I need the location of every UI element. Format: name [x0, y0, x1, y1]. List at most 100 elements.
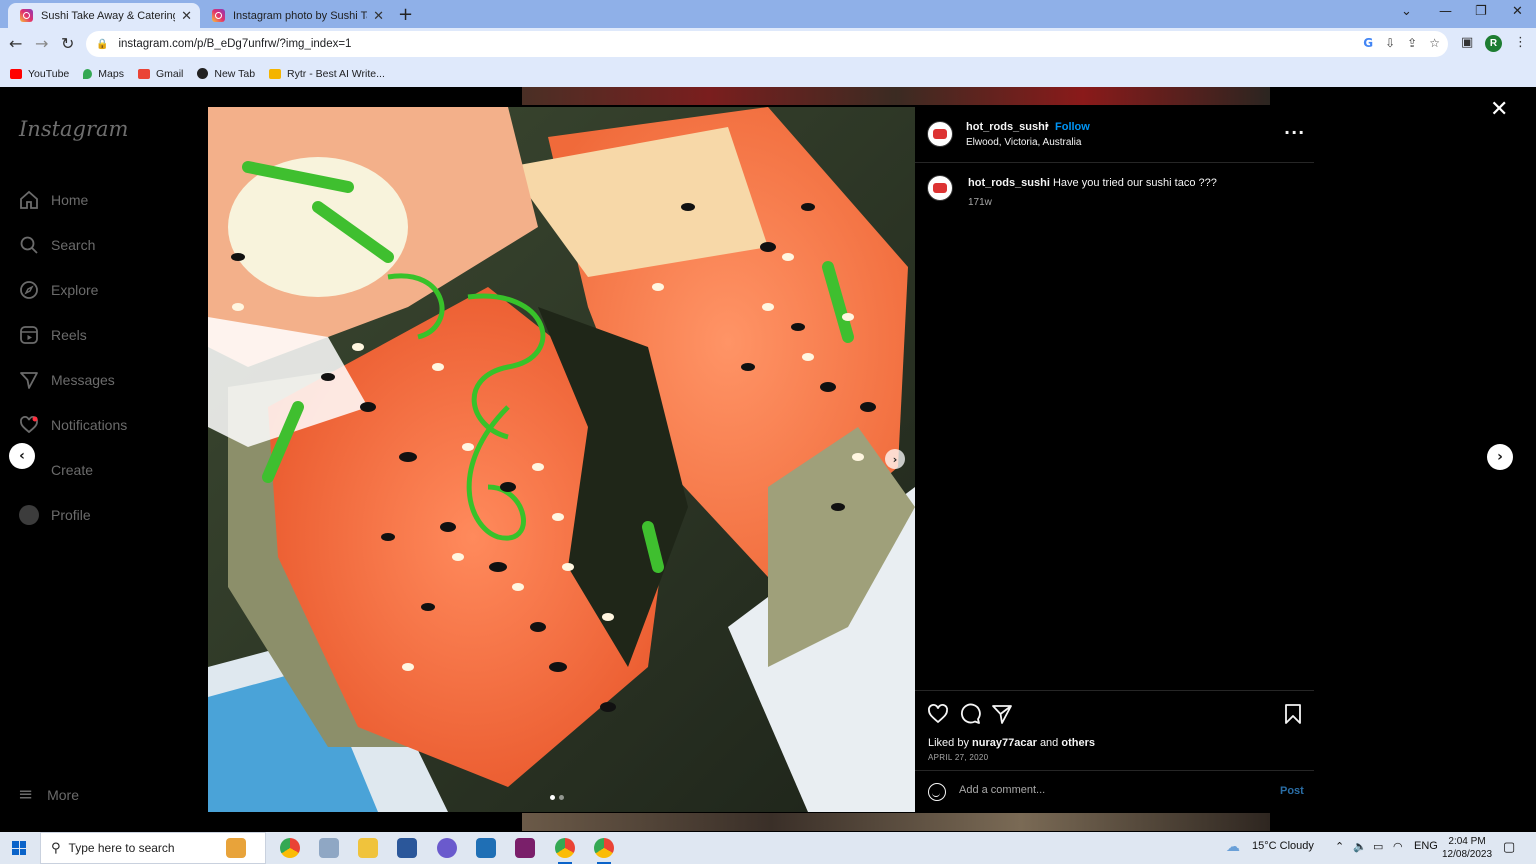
briefcase-app-icon[interactable]: [226, 838, 246, 858]
nav-label: Create: [51, 461, 94, 478]
browser-tab-2[interactable]: Instagram photo by Sushi Take A ✕: [200, 3, 392, 28]
post-header: hot_rods_sushi • Follow Elwood, Victoria…: [915, 107, 1314, 163]
install-icon[interactable]: ⇩: [1385, 36, 1395, 50]
wifi-icon[interactable]: ◠: [1393, 840, 1403, 853]
instagram-logo[interactable]: Instagram: [19, 117, 128, 141]
nav-search[interactable]: Search: [18, 222, 127, 267]
minimize-icon[interactable]: —: [1439, 4, 1452, 19]
winamp-icon[interactable]: [515, 838, 535, 858]
volume-icon[interactable]: 🔈: [1353, 840, 1367, 853]
share-paper-plane-icon[interactable]: [991, 703, 1013, 725]
nav-label: Explore: [51, 281, 99, 298]
post-caption: hot_rods_sushi Have you tried our sushi …: [968, 177, 1217, 189]
back-icon[interactable]: ←: [9, 34, 22, 53]
pagination-dot: [550, 795, 555, 800]
new-tab-icon[interactable]: +: [398, 4, 413, 25]
bookmark-rytr[interactable]: Rytr - Best AI Write...: [269, 68, 385, 80]
liked-others[interactable]: others: [1061, 737, 1095, 749]
window-close-icon[interactable]: ✕: [1512, 4, 1523, 19]
tray-chevron-icon[interactable]: ⌃: [1335, 840, 1344, 853]
forward-icon[interactable]: →: [35, 34, 48, 53]
reload-icon[interactable]: ↻: [61, 34, 74, 53]
photos-app-icon[interactable]: [319, 838, 339, 858]
close-tab-icon[interactable]: ✕: [181, 8, 192, 24]
word-icon[interactable]: [397, 838, 417, 858]
windows-start-icon[interactable]: [12, 841, 26, 855]
nav-more[interactable]: ≡ More: [18, 784, 79, 805]
side-panel-icon[interactable]: ▣: [1461, 35, 1473, 50]
emoji-icon[interactable]: [928, 783, 946, 801]
more-options-icon[interactable]: ···: [1284, 123, 1305, 142]
nav-label: Messages: [51, 371, 115, 388]
author-username[interactable]: hot_rods_sushi: [966, 121, 1048, 133]
caption-age[interactable]: 171w: [968, 197, 992, 208]
bookmark-star-icon[interactable]: ☆: [1429, 36, 1440, 50]
weather-text[interactable]: 15°C Cloudy: [1252, 840, 1314, 852]
follow-button[interactable]: Follow: [1055, 121, 1090, 133]
previous-post-button[interactable]: ‹: [9, 443, 35, 469]
browser-toolbar: ← → ↻ 🔒 instagram.com/p/B_eDg7unfrw/?img…: [0, 28, 1536, 60]
post-date[interactable]: APRIL 27, 2020: [928, 753, 988, 762]
lock-icon[interactable]: 🔒: [96, 39, 108, 50]
nav-notifications[interactable]: Notifications: [18, 402, 127, 447]
background-feed-strip: [522, 813, 1270, 831]
pagination-dot: [559, 795, 564, 800]
nav-reels[interactable]: Reels: [18, 312, 127, 357]
liked-username[interactable]: nuray77acar: [972, 737, 1037, 749]
author-avatar[interactable]: [927, 121, 953, 147]
taskbar-search-placeholder: Type here to search: [68, 841, 175, 855]
maps-icon: [83, 68, 93, 79]
cloud-icon[interactable]: ☁: [1226, 838, 1240, 855]
nav-messages[interactable]: Messages: [18, 357, 127, 402]
chat-app-icon[interactable]: [437, 838, 457, 858]
chrome-profile-icon[interactable]: [555, 838, 575, 864]
image-pagination-dots: [550, 795, 564, 800]
instagram-favicon-icon: [20, 9, 33, 22]
profile-avatar[interactable]: R: [1485, 35, 1502, 52]
comment-icon[interactable]: [959, 703, 981, 725]
language-indicator[interactable]: ENG: [1414, 840, 1438, 852]
bookmark-gmail[interactable]: Gmail: [137, 68, 183, 80]
browser-tab-1[interactable]: Sushi Take Away & Catering (@h ✕: [8, 3, 200, 28]
google-lens-icon[interactable]: G: [1363, 36, 1373, 50]
share-icon[interactable]: ⇪: [1407, 36, 1417, 50]
bookmark-maps[interactable]: Maps: [83, 68, 124, 80]
clock-time: 2:04 PM: [1448, 836, 1486, 847]
chrome-icon[interactable]: [280, 838, 300, 858]
chrome-profile-icon[interactable]: [594, 838, 614, 864]
notifications-center-icon[interactable]: ▢: [1503, 839, 1515, 855]
post-location[interactable]: Elwood, Victoria, Australia: [966, 137, 1081, 148]
caption-avatar[interactable]: [927, 175, 953, 201]
close-modal-icon[interactable]: ✕: [1490, 97, 1508, 122]
nav-home[interactable]: Home: [18, 177, 127, 222]
image-viewer-icon[interactable]: [476, 838, 496, 858]
caption-username[interactable]: hot_rods_sushi: [968, 177, 1050, 189]
file-explorer-icon[interactable]: [358, 838, 378, 858]
tab-search-chevron-icon[interactable]: ⌄: [1401, 4, 1412, 19]
post-actions: Liked by nuray77acar and others APRIL 27…: [915, 690, 1314, 770]
globe-icon: [197, 68, 209, 79]
caption-text: Have you tried our sushi taco ???: [1052, 177, 1217, 189]
post-comment-button[interactable]: Post: [1280, 785, 1304, 797]
explore-icon: [18, 279, 40, 301]
messages-icon: [18, 369, 40, 391]
nav-profile[interactable]: Profile: [18, 492, 127, 537]
nav-explore[interactable]: Explore: [18, 267, 127, 312]
like-heart-icon[interactable]: [927, 703, 949, 725]
save-bookmark-icon[interactable]: [1282, 703, 1304, 725]
address-bar[interactable]: 🔒 instagram.com/p/B_eDg7unfrw/?img_index…: [86, 31, 1448, 57]
bookmark-youtube[interactable]: YouTube: [10, 68, 69, 80]
close-tab-icon[interactable]: ✕: [373, 8, 384, 24]
home-icon: [18, 189, 40, 211]
likes-summary: Liked by nuray77acar and others: [928, 737, 1095, 749]
restore-icon[interactable]: ❐: [1475, 4, 1487, 19]
battery-icon[interactable]: ▭: [1373, 840, 1383, 853]
rytr-icon: [269, 68, 282, 79]
next-post-button[interactable]: ›: [1487, 444, 1513, 470]
bookmark-new-tab[interactable]: New Tab: [197, 68, 255, 80]
taskbar-clock[interactable]: 2:04 PM 12/08/2023: [1442, 835, 1492, 861]
next-image-button[interactable]: ›: [885, 449, 905, 469]
heart-icon: [18, 414, 40, 436]
comment-input[interactable]: [959, 784, 1259, 796]
chrome-menu-icon[interactable]: ⋮: [1514, 35, 1527, 50]
